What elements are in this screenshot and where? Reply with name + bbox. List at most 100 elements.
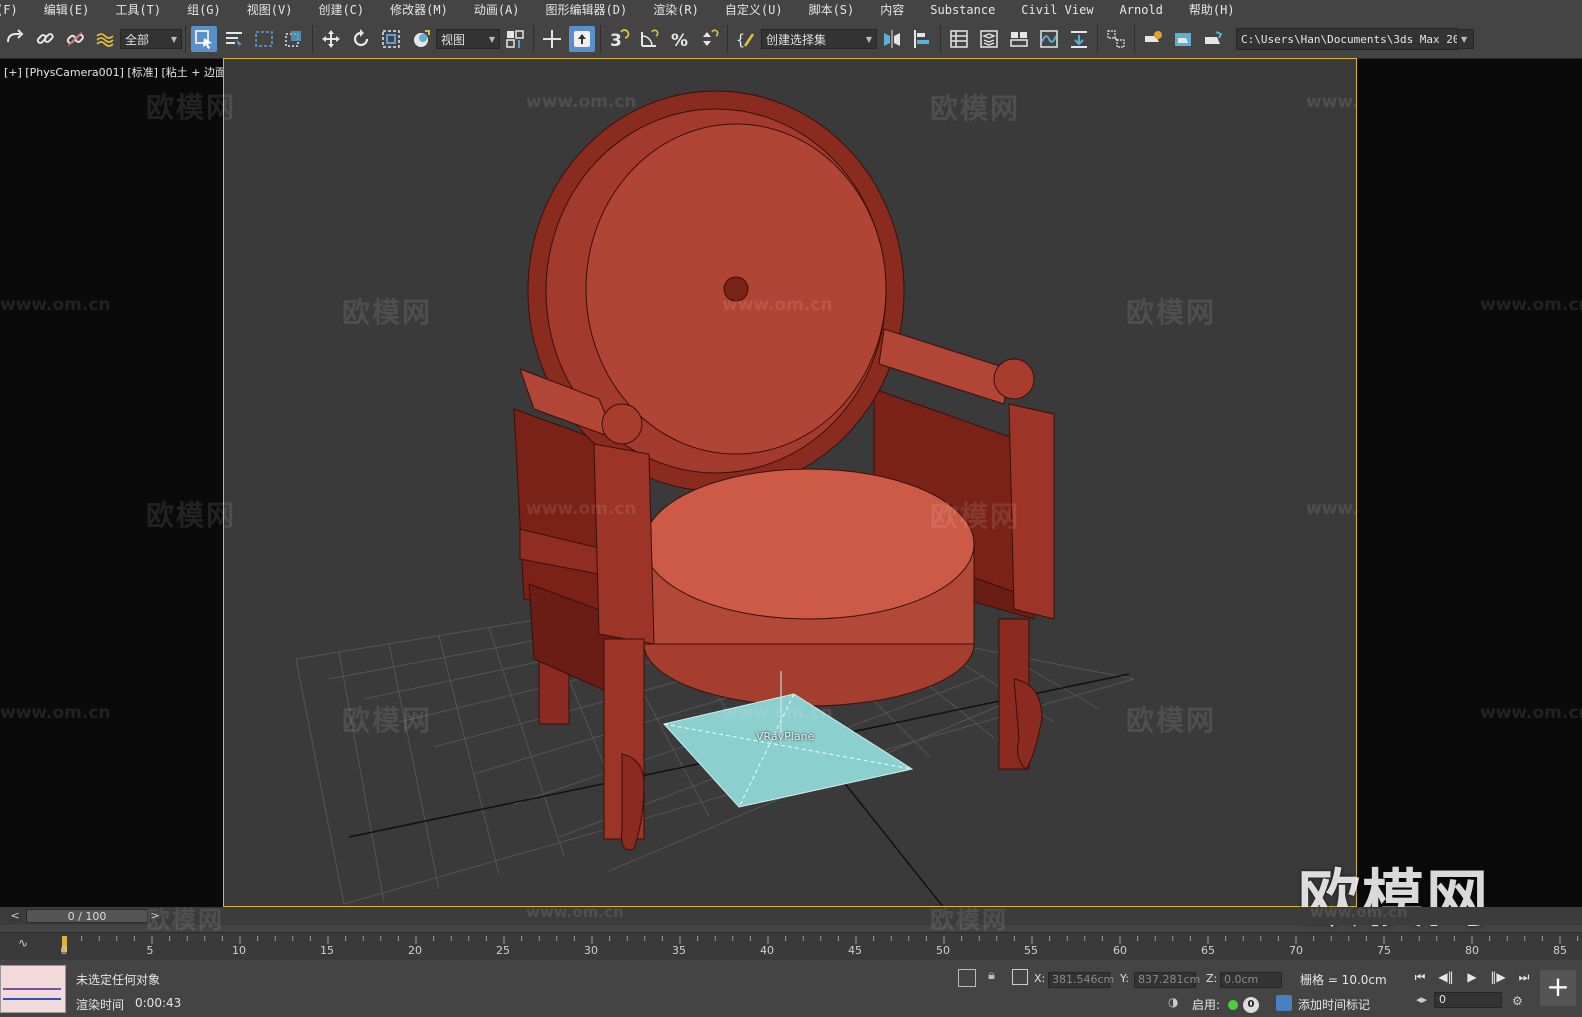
scale-icon[interactable] [378, 26, 404, 52]
ruler-label: 65 [1201, 944, 1215, 957]
select-manipulate-icon[interactable] [539, 26, 565, 52]
menu-civil-view[interactable]: Civil View [1008, 0, 1106, 20]
snap-toggle-icon[interactable]: 3 [606, 26, 632, 52]
ruler-label: 75 [1377, 944, 1391, 957]
perspective-viewport[interactable]: VRayPlane www.om.cn 欧模网 www.om.cn 欧模网 ww… [223, 58, 1357, 907]
layer-explorer-icon[interactable] [976, 26, 1002, 52]
x-coordinate-value: 381.546cm [1052, 973, 1115, 986]
go-to-start-icon[interactable]: ⏮ [1410, 968, 1430, 986]
maxscript-listener-mini[interactable] [0, 965, 66, 1013]
toggle-ribbon-icon[interactable] [1006, 26, 1032, 52]
menu-modifiers[interactable]: 修改器(M) [377, 0, 461, 20]
play-icon[interactable]: ▶ [1462, 968, 1482, 986]
watermark-url: www.om.cn [526, 499, 637, 519]
zero-badge[interactable]: 0 [1243, 997, 1259, 1013]
grid-size-readout: 栅格 = 10.0cm [1300, 973, 1387, 987]
named-selection-dropdown[interactable]: 创建选择集 ▼ [761, 29, 877, 49]
menu-views[interactable]: 视图(V) [234, 0, 306, 20]
go-to-end-icon[interactable]: ⏭ [1514, 968, 1534, 986]
ruler-label: 30 [584, 944, 598, 957]
menu-animation[interactable]: 动画(A) [461, 0, 533, 20]
toolbar-divider [600, 25, 601, 53]
bind-spacewarp-icon[interactable] [92, 26, 118, 52]
absolute-mode-icon[interactable] [1012, 969, 1028, 985]
z-coordinate-value: 0.0cm [1224, 973, 1259, 986]
pivot-center-icon[interactable] [502, 26, 528, 52]
watermark-url: www.om.cn [1310, 903, 1408, 921]
curve-editor-mini-icon[interactable]: ∿ [18, 936, 28, 950]
placement-icon[interactable] [408, 26, 434, 52]
menu-file[interactable]: (F) [0, 0, 31, 20]
reference-coord-dropdown[interactable]: 视图 ▼ [436, 29, 500, 49]
menu-substance[interactable]: Substance [917, 0, 1008, 20]
key-mode-icon[interactable]: ◂▸ [1416, 993, 1427, 1006]
x-coordinate-field[interactable]: 381.546cm [1048, 972, 1114, 988]
menu-tools[interactable]: 工具(T) [102, 0, 174, 20]
menu-help[interactable]: 帮助(H) [1176, 0, 1248, 20]
redo-icon[interactable] [2, 26, 28, 52]
schematic-view-icon[interactable] [1066, 26, 1092, 52]
toolbar-divider [1097, 25, 1098, 53]
select-object-icon[interactable] [191, 26, 217, 52]
rendered-frame-window-icon[interactable] [1170, 26, 1196, 52]
render-time-label: 渲染时间 [76, 998, 125, 1012]
z-coordinate-field[interactable]: 0.0cm [1220, 972, 1282, 988]
lock-icon[interactable]: 🔒︎ [988, 968, 995, 983]
move-icon[interactable] [318, 26, 344, 52]
time-tag-icon[interactable] [1276, 995, 1292, 1011]
render-production-icon[interactable] [1200, 26, 1226, 52]
time-slider[interactable]: 0 / 100 [26, 909, 148, 923]
curve-editor-icon[interactable] [1036, 26, 1062, 52]
rect-selection-icon[interactable] [251, 26, 277, 52]
unlink-icon[interactable] [62, 26, 88, 52]
y-coordinate-field[interactable]: 837.281cm [1134, 972, 1200, 988]
window-crossing-icon[interactable] [281, 26, 307, 52]
project-path-dropdown[interactable]: ▼ [1458, 29, 1474, 49]
toolbar-divider [312, 25, 313, 53]
adaptive-degradation-icon[interactable]: ◑ [1168, 995, 1178, 1009]
y-coordinate-value: 837.281cm [1138, 973, 1201, 986]
viewport-label[interactable]: [+] [PhysCamera001] [标准] [粘土 + 边面] [4, 64, 230, 80]
time-prev-button[interactable]: < [8, 909, 22, 923]
menu-graph-editors[interactable]: 图形编辑器(D) [533, 0, 641, 20]
ruler-label: 85 [1553, 944, 1567, 957]
menu-edit[interactable]: 编辑(E) [31, 0, 103, 20]
enabled-status-dot[interactable] [1228, 1000, 1238, 1010]
toolbar-divider [940, 25, 941, 53]
menu-rendering[interactable]: 渲染(R) [640, 0, 712, 20]
toolbar-divider [1134, 25, 1135, 53]
scene-canvas [295, 90, 1135, 906]
previous-frame-icon[interactable]: ◀‖ [1436, 968, 1456, 986]
menu-content[interactable]: 内容 [867, 0, 917, 20]
link-icon[interactable] [32, 26, 58, 52]
material-editor-icon[interactable] [1103, 26, 1129, 52]
render-setup-icon[interactable] [1140, 26, 1166, 52]
percent-snap-icon[interactable]: % [666, 26, 692, 52]
isolate-selection-icon[interactable] [958, 969, 976, 987]
menu-customize[interactable]: 自定义(U) [712, 0, 796, 20]
time-config-icon[interactable]: ⚙ [1512, 994, 1523, 1008]
project-path-field[interactable]: C:\Users\Han\Documents\3ds Max 2022 [1236, 28, 1458, 50]
frame-ruler[interactable]: 0 5 10 15 20 25 30 35 40 45 50 55 60 65 … [61, 936, 1582, 958]
angle-snap-icon[interactable] [636, 26, 662, 52]
add-time-tag-button[interactable]: 添加时间标记 [1298, 996, 1370, 1013]
rotate-icon[interactable] [348, 26, 374, 52]
ruler-label: 60 [1113, 944, 1127, 957]
add-button[interactable]: + [1540, 970, 1576, 1006]
current-frame-field[interactable]: 0 [1434, 992, 1502, 1008]
spinner-snap-icon[interactable] [696, 26, 722, 52]
menu-arnold[interactable]: Arnold [1107, 0, 1176, 20]
edit-named-selection-icon[interactable]: { [733, 26, 759, 52]
keyboard-shortcut-override-icon[interactable] [569, 26, 595, 52]
next-frame-icon[interactable]: ‖▶ [1488, 968, 1508, 986]
menu-scripting[interactable]: 脚本(S) [796, 0, 868, 20]
align-icon[interactable] [909, 26, 935, 52]
watermark-url: www.om.cn [1306, 92, 1357, 112]
select-by-name-icon[interactable] [221, 26, 247, 52]
mirror-icon[interactable] [879, 26, 905, 52]
scene-explorer-icon[interactable] [946, 26, 972, 52]
watermark-url: www.om.cn [0, 295, 111, 315]
menu-group[interactable]: 组(G) [174, 0, 234, 20]
menu-create[interactable]: 创建(C) [305, 0, 377, 20]
selection-filter-dropdown[interactable]: 全部 ▼ [120, 29, 182, 49]
